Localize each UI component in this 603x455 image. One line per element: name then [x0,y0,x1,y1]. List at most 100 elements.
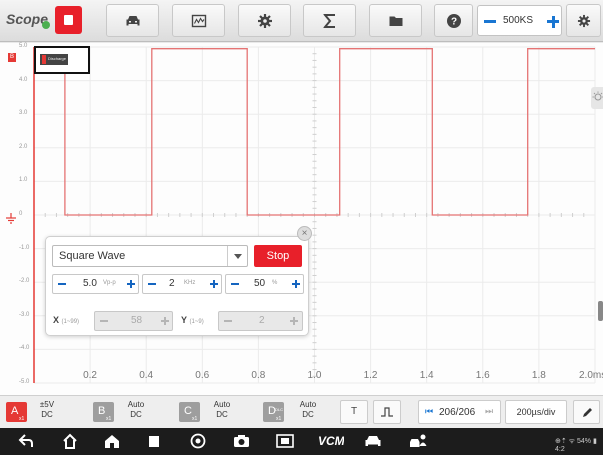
sample-rate-decrease-button[interactable] [484,20,496,23]
rising-edge-icon [381,407,393,417]
trigger-button[interactable]: T [340,400,368,424]
y-tick-label: 2.0 [19,143,28,150]
y-tick-label: 1.0 [19,177,28,184]
warning-icon [42,55,46,64]
minus-icon[interactable] [224,320,232,322]
sample-rate-control: 500KS [477,5,562,36]
cursor-panel-handle[interactable] [591,87,603,109]
channel-a-settings[interactable]: ±5V DC [31,400,63,420]
x-tick-label: 1.2 [363,370,378,381]
channel-b-button[interactable]: Bx1 [93,402,114,422]
waveform-select[interactable]: Square Wave [52,245,248,267]
x-tick-label: 1.8 [531,370,546,381]
generator-stop-button[interactable]: Stop [254,245,302,267]
scope-app: Scope ? 500KS 5.0 4.0 3.0 2.0 1.0 0 -1.0… [0,0,603,455]
y-tick-label: 0 [19,211,23,217]
gear-icon [257,13,272,28]
minus-icon[interactable] [231,283,239,285]
lightbulb-icon [592,91,603,101]
close-icon[interactable]: × [297,226,312,241]
duty-cycle-value: 50 [254,278,266,289]
duty-cycle-unit: % [272,280,278,286]
waveform-plot[interactable] [0,43,603,395]
car-icon [126,15,139,25]
y-tick-label: -5.0 [19,379,30,385]
y-offset-stepper[interactable]: 2 [218,311,303,331]
x-tick-label: 2.0ms [579,370,603,381]
x-tick-label: 0.2 [83,370,97,381]
amplitude-unit: Vp-p [103,280,116,286]
y-tick-label: -3.0 [19,311,30,318]
x-offset-stepper[interactable]: 58 [94,311,173,331]
car-icon [365,436,381,446]
screenshot-icon [276,434,294,448]
x-tick-label: 1.6 [475,370,490,381]
sample-rate-value: 500KS [503,15,534,26]
timebase-select[interactable]: 200µs/div [505,400,567,424]
advanced-settings-button[interactable] [566,4,601,37]
first-page-icon[interactable]: ⏮ [425,406,433,417]
minus-icon[interactable] [58,283,66,285]
channel-bar: Ax1 ±5V DC Bx1 Auto DC Cx1 Auto DC D DLC x1 A… [0,395,603,428]
gear-icon [577,14,590,27]
waveform-library-button[interactable] [172,4,225,37]
connection-status-dot [42,21,50,29]
record-stop-button[interactable] [55,6,82,34]
svg-text:VCM: VCM [318,434,344,448]
math-button[interactable] [303,4,356,37]
y-offset-value: 2 [259,315,265,326]
recent-apps-icon [149,436,159,447]
signal-generator-panel: Square Wave Stop 5.0 Vp-p 2 KHz 50 % X (… [45,236,309,336]
help-icon: ? [446,13,461,28]
side-drawer-handle[interactable] [598,301,603,321]
house-icon [105,435,119,448]
channel-d-button[interactable]: D DLC x1 [263,402,284,422]
svg-text:?: ? [450,16,456,27]
y-tick-label: 3.0 [19,110,28,117]
duty-cycle-stepper[interactable]: 50 % [225,274,304,294]
x-tick-label: 0.4 [139,370,154,381]
channel-c-button[interactable]: Cx1 [179,402,200,422]
amplitude-stepper[interactable]: 5.0 Vp-p [52,274,139,294]
files-button[interactable] [369,4,422,37]
ground-icon[interactable] [5,213,17,225]
top-toolbar: Scope ? 500KS [0,0,603,42]
x-offset-label: X (1~99) [53,315,80,325]
channel-c-settings[interactable]: Auto DC [206,400,238,420]
y-offset-label: Y (1~9) [181,315,204,325]
x-tick-label: 1.0 [307,370,322,381]
y-tick-label: -1.0 [19,244,30,251]
annotate-button[interactable] [573,400,600,424]
y-tick-label: 5.0 [19,43,28,49]
buffer-page-value: 206/206 [439,407,476,418]
discharge-indicator[interactable]: Discharge [34,46,90,74]
chart-icon [191,14,206,27]
minus-icon[interactable] [148,283,156,285]
car-person-icon [410,434,427,447]
x-offset-value: 58 [131,315,143,326]
last-page-icon[interactable]: ⏭ [485,406,493,417]
buffer-navigator: ⏮ 206/206 ⏭ [418,400,501,424]
scope-display[interactable]: 5.0 4.0 3.0 2.0 1.0 0 -1.0 -2.0 -3.0 -4.0 -5.0 0.2… [0,43,603,395]
y-tick-label: -4.0 [19,345,30,352]
settings-button[interactable] [238,4,291,37]
frequency-value: 2 [169,278,175,289]
status-bar-text: ⊕⇡ ᯤ 54% ▮ 4:2 [555,438,597,453]
minus-icon[interactable] [100,320,108,322]
amplitude-value: 5.0 [83,278,97,289]
y-tick-label: -2.0 [19,278,30,285]
channel-d-settings[interactable]: Auto DC [292,400,324,420]
frequency-stepper[interactable]: 2 KHz [142,274,222,294]
trigger-edge-button[interactable] [373,400,401,424]
channel-a-button[interactable]: Ax1 [6,402,27,422]
channel-zero-marker[interactable]: B [8,53,16,62]
frequency-unit: KHz [184,280,196,286]
x-tick-label: 0.8 [251,370,266,381]
help-button[interactable]: ? [434,4,473,37]
home-icon [63,433,77,449]
back-icon [18,434,33,447]
sigma-icon [323,13,335,28]
vehicle-button[interactable] [106,4,159,37]
channel-b-settings[interactable]: Auto DC [120,400,152,420]
dropdown-arrow-icon [227,246,247,266]
